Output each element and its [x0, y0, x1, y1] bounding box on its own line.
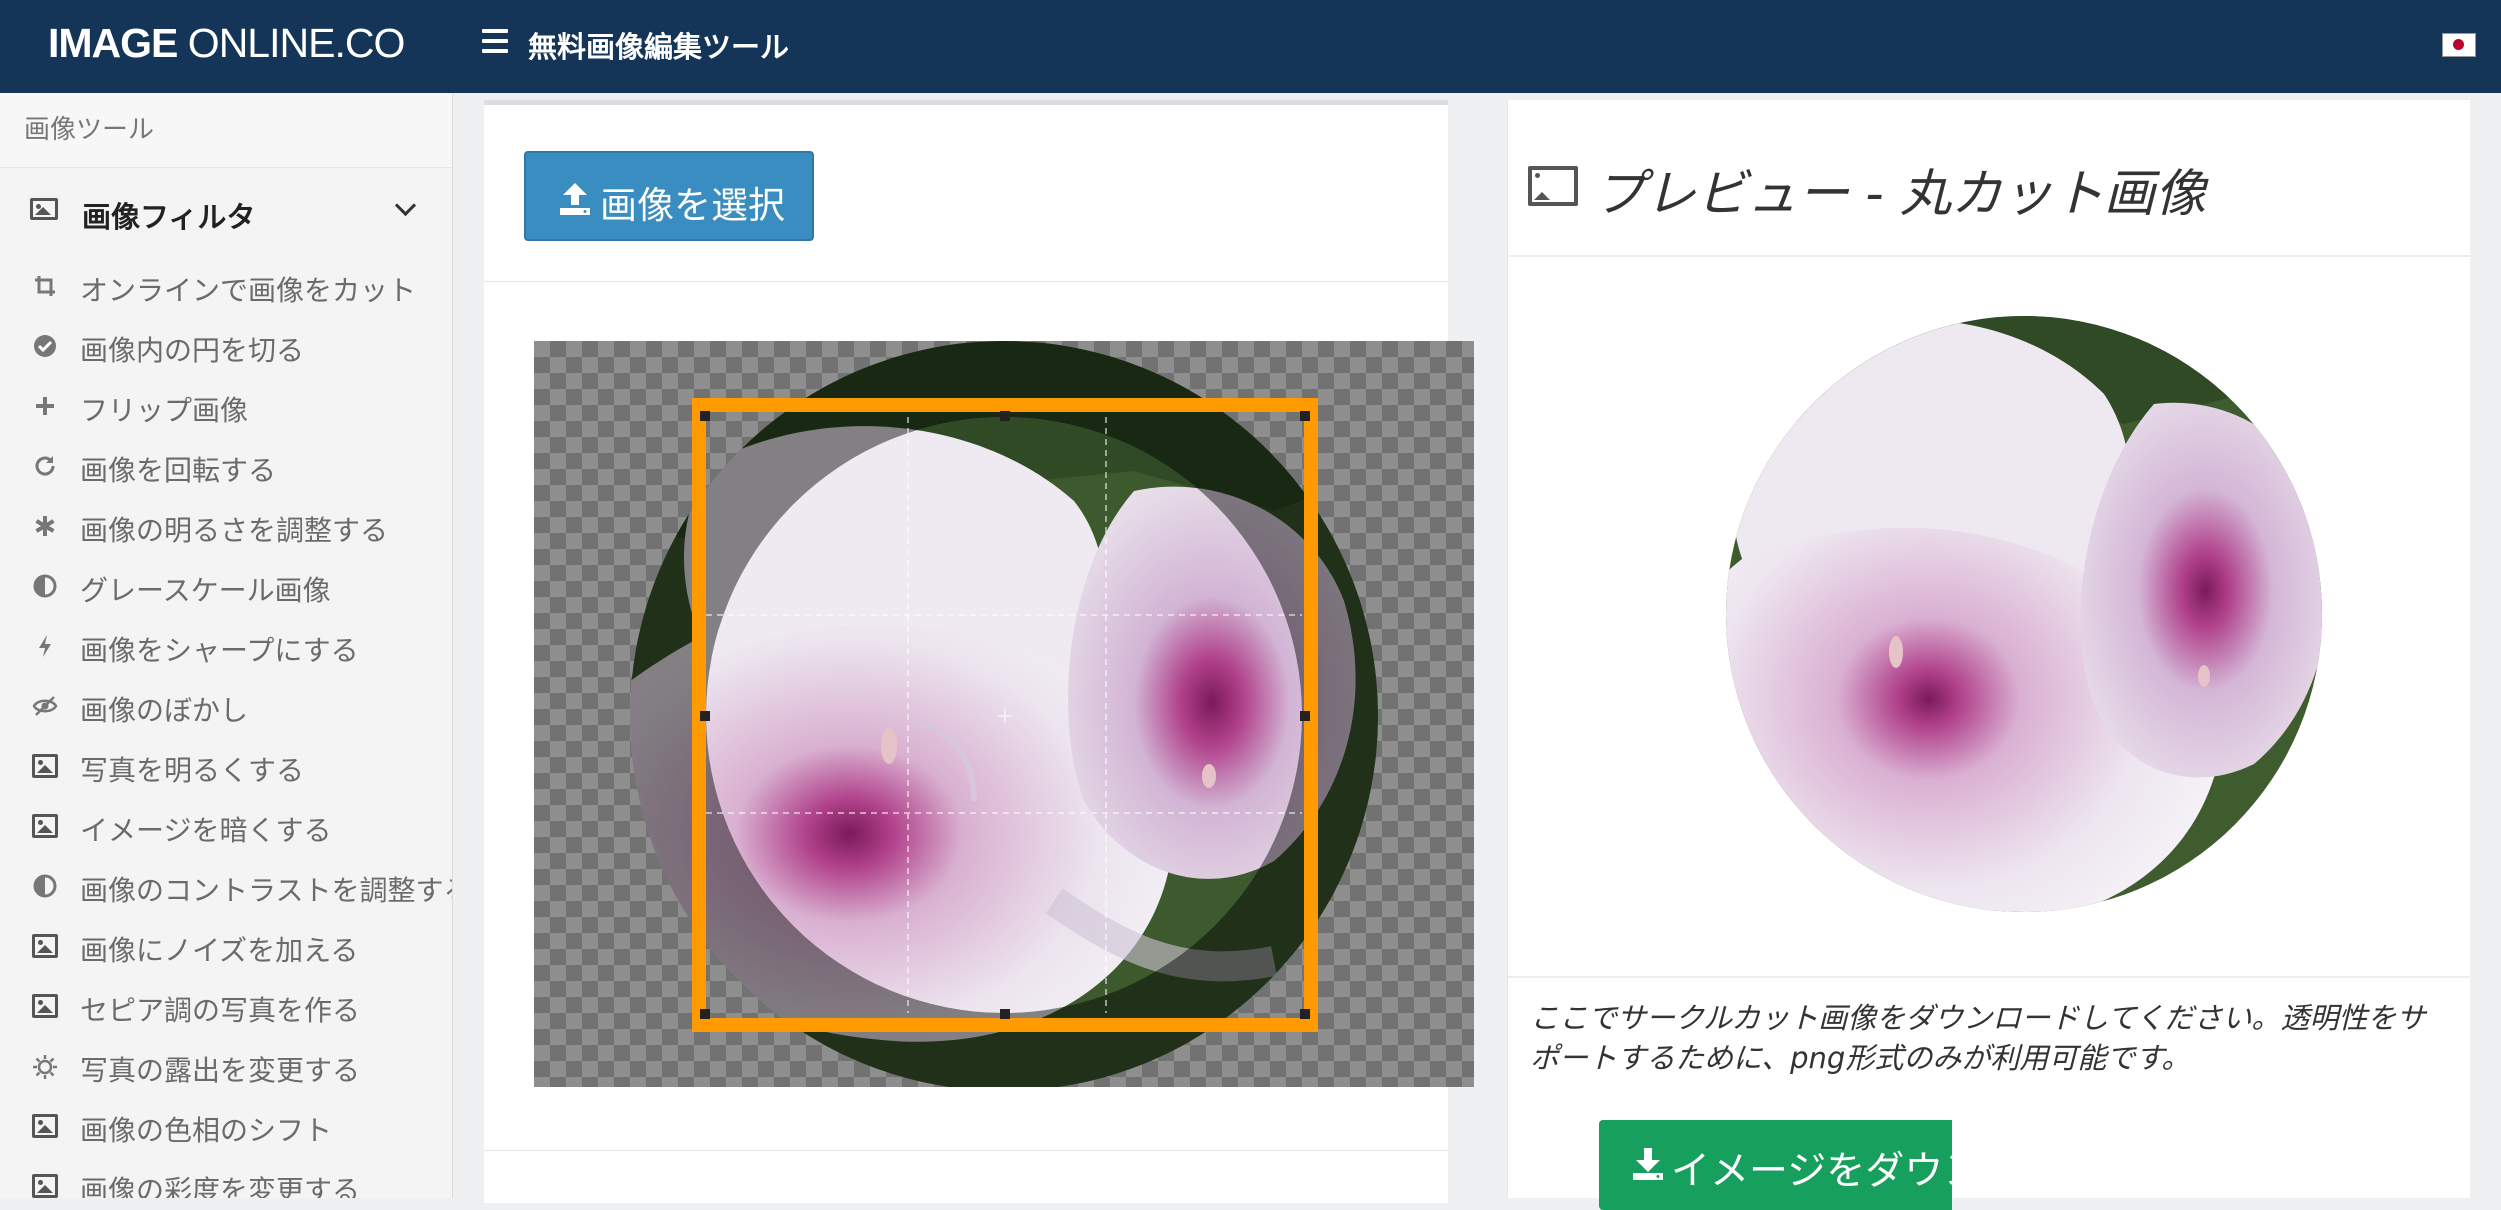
top-navbar: IMAGE ONLINE.CO 無料画像編集ツール [0, 0, 2501, 93]
download-image-button[interactable]: イメージをダウンロード [1599, 1120, 1952, 1210]
sidebar-item-crop[interactable]: オンラインで画像をカット [0, 256, 452, 316]
sidebar-item-list: オンラインで画像をカット 画像内の円を切る フリップ画像 画像を回転する 画像の… [0, 256, 452, 1198]
sidebar-item-blur[interactable]: 画像のぼかし [0, 676, 452, 736]
sidebar-item-label: セピア調の写真を作る [80, 994, 361, 1027]
sidebar-item-contrast[interactable]: 画像のコントラストを調整する [0, 856, 452, 916]
circle-cut-preview-image [1726, 316, 2322, 912]
sidebar-item-saturation[interactable]: 画像の彩度を変更する [0, 1156, 452, 1198]
download-description: ここでサークルカット画像をダウンロードしてください。透明性をサポートするために、… [1530, 1001, 2426, 1075]
sidebar-item-sepia[interactable]: セピア調の写真を作る [0, 976, 452, 1036]
sidebar-item-label: イメージを暗くする [80, 814, 332, 847]
sidebar-item-label: 写真を明るくする [80, 754, 305, 787]
sidebar-item-circle-cut[interactable]: 画像内の円を切る [0, 316, 452, 376]
sidebar-item-brightness[interactable]: 画像の明るさを調整する [0, 496, 452, 556]
preview-title: プレビュー - 丸カット画像 [1594, 165, 2206, 224]
sidebar-group-image-filters[interactable]: 画像フィルタ [0, 168, 452, 256]
sidebar-item-label: 画像のぼかし [80, 694, 249, 727]
sidebar-item-label: 画像のコントラストを調整する [80, 874, 453, 907]
sidebar-item-label: 画像の明るさを調整する [80, 514, 389, 547]
sidebar-group-label: 画像フィルタ [82, 200, 256, 234]
sidebar-item-lighten[interactable]: 写真を明るくする [0, 736, 452, 796]
sidebar-item-label: 画像内の円を切る [80, 334, 305, 367]
sidebar: 画像ツール 画像フィルタ オンラインで画像をカット 画像内の円を切る フリップ画… [0, 93, 453, 1198]
sidebar-item-label: 画像をシャープにする [80, 634, 359, 667]
sidebar-item-label: オンラインで画像をカット [80, 274, 417, 307]
sidebar-item-label: 画像の色相のシフト [80, 1114, 333, 1147]
chevron-down-icon [394, 194, 417, 217]
crop-editor-canvas[interactable] [534, 341, 1474, 1087]
divider [484, 1150, 1448, 1151]
sidebar-item-rotate[interactable]: 画像を回転する [0, 436, 452, 496]
half-circle-icon [32, 574, 58, 598]
sidebar-item-sharpen[interactable]: 画像をシャープにする [0, 616, 452, 676]
preview-header: プレビュー - 丸カット画像 [1508, 100, 2470, 257]
sidebar-item-darken[interactable]: イメージを暗くする [0, 796, 452, 856]
preview-panel: プレビュー - 丸カット画像 ここでサークルカット画像をダウンロードしてください… [1507, 100, 2470, 1210]
image-icon [32, 1174, 58, 1198]
sidebar-item-grayscale[interactable]: グレースケール画像 [0, 556, 452, 616]
image-icon [32, 1114, 58, 1138]
sidebar-item-label: 画像を回転する [80, 454, 277, 487]
divider [1508, 976, 2470, 978]
hamburger-menu-icon[interactable] [482, 29, 508, 55]
sun-icon [32, 1054, 58, 1079]
japan-flag-icon[interactable] [2442, 33, 2476, 57]
sidebar-item-flip[interactable]: フリップ画像 [0, 376, 452, 436]
select-image-label: 画像を選択 [600, 184, 785, 227]
half-circle-icon [32, 874, 58, 898]
image-icon [32, 994, 58, 1018]
bolt-icon [32, 634, 58, 658]
select-image-button[interactable]: 画像を選択 [524, 151, 814, 241]
sidebar-item-noise[interactable]: 画像にノイズを加える [0, 916, 452, 976]
check-circle-icon [32, 334, 58, 358]
sidebar-header: 画像ツール [0, 93, 452, 168]
image-icon [32, 754, 58, 778]
brand-logo-light: ONLINE.CO [177, 20, 406, 66]
sidebar-item-label: 写真の露出を変更する [80, 1054, 361, 1087]
editor-panel: 画像を選択 [484, 100, 1474, 1203]
nav-title[interactable]: 無料画像編集ツール [528, 24, 789, 66]
brand-logo-bold: IMAGE [48, 20, 178, 66]
image-icon [32, 934, 58, 958]
plus-icon [32, 394, 58, 418]
sidebar-item-label: グレースケール画像 [80, 574, 331, 607]
sidebar-item-hue[interactable]: 画像の色相のシフト [0, 1096, 452, 1156]
sidebar-item-exposure[interactable]: 写真の露出を変更する [0, 1036, 452, 1096]
sidebar-item-label: 画像の彩度を変更する [80, 1174, 361, 1198]
download-icon [1633, 1148, 1663, 1180]
rotate-icon [32, 454, 58, 478]
eye-slash-icon [32, 694, 58, 718]
divider [484, 281, 1448, 282]
image-icon [30, 198, 58, 220]
upload-icon [560, 183, 590, 215]
sidebar-item-label: 画像にノイズを加える [80, 934, 359, 967]
download-image-label: イメージをダウンロード [1671, 1149, 1952, 1194]
sidebar-item-label: フリップ画像 [80, 394, 249, 427]
image-icon [32, 814, 58, 838]
brand-logo[interactable]: IMAGE ONLINE.CO [48, 20, 406, 67]
crop-icon [32, 274, 58, 298]
asterisk-icon [32, 514, 58, 538]
image-icon [1528, 166, 1578, 206]
